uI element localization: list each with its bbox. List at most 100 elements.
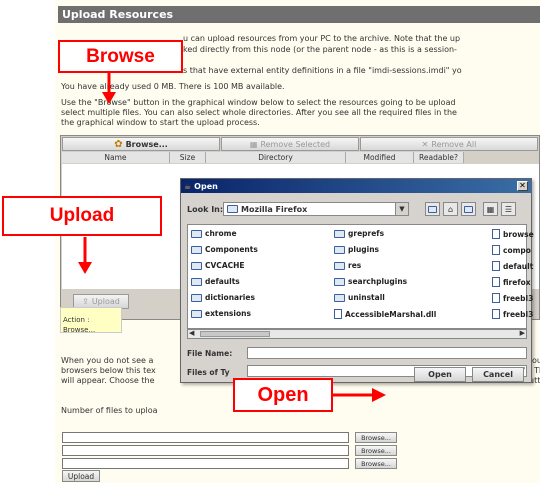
folder-icon bbox=[334, 277, 345, 286]
home-icon: ⌂ bbox=[447, 204, 454, 214]
home-button[interactable]: ⌂ bbox=[443, 202, 458, 216]
intro-line-3: s that have external entity definitions … bbox=[183, 66, 462, 75]
list-item[interactable]: dictionaries bbox=[191, 293, 255, 302]
dialog-title-bar[interactable]: ☕ Open bbox=[181, 179, 531, 193]
file-path-field-3[interactable] bbox=[62, 458, 349, 469]
details-view-button[interactable]: ☰ bbox=[501, 202, 516, 216]
file-icon bbox=[492, 261, 500, 271]
lower-text-right-1: ou bbox=[532, 356, 540, 365]
status-action-text: Action : Browse... bbox=[63, 316, 96, 333]
instruction-line-2: select multiple files. You can also sele… bbox=[61, 108, 457, 117]
upload-icon: ⇪ bbox=[82, 297, 89, 306]
remove-selected-icon: ▦ bbox=[249, 139, 258, 149]
browse-icon: ✿ bbox=[114, 138, 123, 150]
dialog-close-button[interactable]: ✕ bbox=[517, 181, 528, 191]
scroll-right-icon: ▶ bbox=[519, 329, 525, 337]
column-header-readable[interactable]: Readable? bbox=[414, 152, 464, 163]
file-path-field-1[interactable] bbox=[62, 432, 349, 443]
column-header-size[interactable]: Size bbox=[170, 152, 206, 163]
file-icon bbox=[492, 229, 500, 239]
horizontal-scrollbar[interactable]: ◀ ▶ bbox=[187, 329, 527, 339]
remove-selected-button[interactable]: ▦ Remove Selected bbox=[221, 137, 359, 151]
list-item[interactable]: chrome bbox=[191, 229, 237, 238]
folder-icon bbox=[334, 293, 345, 302]
up-folder-button[interactable] bbox=[425, 202, 440, 216]
list-view-button[interactable]: ▦ bbox=[483, 202, 498, 216]
lower-text-1: When you do not see a bbox=[61, 356, 154, 365]
open-file-dialog: ☕ Open ✕ Look In: Mozilla Firefox ▼ ⌂ ▦ … bbox=[180, 178, 534, 383]
list-item[interactable]: CVCACHE bbox=[191, 261, 245, 270]
folder-icon bbox=[191, 277, 202, 286]
dialog-file-list[interactable]: chrome Components CVCACHE defaults dicti… bbox=[187, 224, 534, 329]
new-folder-button[interactable] bbox=[461, 202, 476, 216]
folder-icon bbox=[334, 245, 345, 254]
close-icon: ✕ bbox=[421, 139, 429, 149]
scroll-left-icon: ◀ bbox=[189, 329, 195, 337]
open-button[interactable]: Open bbox=[414, 367, 466, 382]
list-item[interactable]: firefox bbox=[492, 277, 531, 287]
open-callout: Open bbox=[233, 378, 333, 412]
list-item[interactable]: extensions bbox=[191, 309, 251, 318]
instruction-line-3: the graphical window to start the upload… bbox=[61, 118, 260, 127]
folder-icon bbox=[191, 245, 202, 254]
file-name-label: File Name: bbox=[187, 349, 233, 358]
intro-line-2: ked directly from this node (or the pare… bbox=[183, 45, 457, 54]
folder-icon bbox=[334, 261, 345, 270]
list-item[interactable]: defaults bbox=[191, 277, 240, 286]
intro-line-1: u can upload resources from your PC to t… bbox=[183, 34, 461, 43]
browse-button-2[interactable]: Browse... bbox=[355, 445, 397, 456]
scroll-thumb[interactable] bbox=[200, 331, 270, 337]
file-icon bbox=[492, 245, 500, 255]
list-item[interactable]: Components bbox=[191, 245, 258, 254]
column-header-modified[interactable]: Modified bbox=[346, 152, 414, 163]
list-item[interactable]: freebl3 bbox=[492, 309, 533, 319]
file-path-field-2[interactable] bbox=[62, 445, 349, 456]
page-title: Upload Resources bbox=[58, 6, 540, 23]
folder-icon bbox=[191, 309, 202, 318]
folder-icon bbox=[334, 229, 345, 238]
column-header-directory[interactable]: Directory bbox=[206, 152, 346, 163]
lower-text-3: will appear. Choose the bbox=[61, 376, 155, 385]
list-item[interactable]: AccessibleMarshal.dll bbox=[334, 309, 436, 319]
file-icon bbox=[334, 309, 342, 319]
lower-text-2: browsers below this tex bbox=[61, 366, 156, 375]
close-icon: ✕ bbox=[519, 181, 526, 190]
new-folder-icon bbox=[464, 205, 473, 213]
quota-text: You have already used 0 MB. There is 100… bbox=[61, 82, 285, 91]
folder-icon bbox=[191, 229, 202, 238]
browse-button-1[interactable]: Browse... bbox=[355, 432, 397, 443]
remove-all-button[interactable]: ✕ Remove All bbox=[360, 137, 538, 151]
list-item[interactable]: searchplugins bbox=[334, 277, 407, 286]
list-item[interactable]: res bbox=[334, 261, 361, 270]
status-panel: Action : Browse... bbox=[60, 307, 122, 333]
file-type-label: Files of Ty bbox=[187, 368, 230, 377]
file-icon bbox=[492, 309, 500, 319]
list-item[interactable]: browse bbox=[492, 229, 534, 239]
java-icon: ☕ bbox=[184, 181, 192, 191]
browse-callout: Browse bbox=[58, 40, 183, 73]
upload-callout: Upload bbox=[2, 196, 162, 236]
list-item[interactable]: uninstall bbox=[334, 293, 385, 302]
list-view-icon: ▦ bbox=[486, 204, 495, 214]
instruction-line-1: Use the "Browse" button in the graphical… bbox=[61, 98, 456, 107]
list-item[interactable]: greprefs bbox=[334, 229, 384, 238]
form-upload-button[interactable]: Upload bbox=[62, 470, 100, 482]
chevron-down-icon: ▼ bbox=[395, 203, 408, 215]
folder-icon bbox=[191, 261, 202, 270]
folder-icon bbox=[227, 205, 238, 213]
browse-button-3[interactable]: Browse... bbox=[355, 458, 397, 469]
up-folder-icon bbox=[428, 205, 437, 213]
file-icon bbox=[492, 293, 500, 303]
list-item[interactable]: freebl3 bbox=[492, 293, 533, 303]
details-view-icon: ☰ bbox=[504, 204, 513, 214]
list-item[interactable]: plugins bbox=[334, 245, 379, 254]
look-in-select[interactable]: Mozilla Firefox ▼ bbox=[223, 202, 409, 216]
list-item[interactable]: compo bbox=[492, 245, 531, 255]
cancel-button[interactable]: Cancel bbox=[472, 367, 524, 382]
list-item[interactable]: default bbox=[492, 261, 533, 271]
file-count-label: Number of files to uploa bbox=[61, 406, 158, 415]
column-header-name[interactable]: Name bbox=[62, 152, 170, 163]
look-in-label: Look In: bbox=[187, 205, 224, 214]
applet-browse-button[interactable]: ✿ Browse... bbox=[62, 137, 220, 151]
file-name-input[interactable] bbox=[247, 347, 527, 359]
